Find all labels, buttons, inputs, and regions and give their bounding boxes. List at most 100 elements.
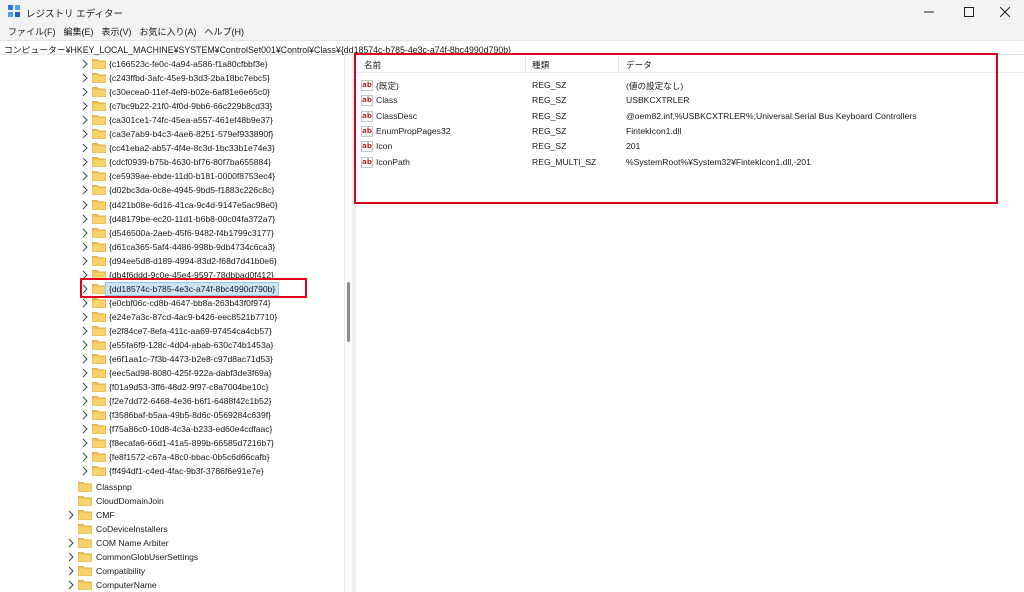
menu-file[interactable]: ファイル(F) [4,24,60,40]
chevron-right-icon[interactable] [81,326,89,336]
tree-item[interactable]: {e2f84ce7-8efa-411c-aa69-97454ca4cb57} [0,324,344,338]
chevron-right-icon[interactable] [81,228,89,238]
tree-scrollbar-thumb[interactable] [347,282,350,342]
tree-item[interactable]: {f75a86c0-10d8-4c3a-b233-ed60e4cdfaac} [0,422,344,436]
tree-item[interactable]: {d02bc3da-0c8e-4945-9bd5-f1883c226c8c} [0,183,344,197]
value-row[interactable]: ab Class REG_SZ USBKCXTRLER [356,93,1024,108]
chevron-right-icon[interactable] [81,424,89,434]
tree-item[interactable]: {c243ffbd-3afc-45e9-b3d3-2ba18bc7ebc5} [0,71,344,85]
tree-item[interactable]: {c166523c-fe0c-4a94-a586-f1a80cfbbf3e} [0,57,344,71]
chevron-right-icon[interactable] [81,101,89,111]
tree-item[interactable]: {e0cbf06c-cd8b-4647-bb8a-263b43f0f974} [0,296,344,310]
chevron-right-icon[interactable] [81,396,89,406]
menu-help[interactable]: ヘルプ(H) [201,24,249,40]
tree-item[interactable]: CMF [0,508,344,522]
tree-item[interactable]: {ca3e7ab9-b4c3-4ae6-8251-579ef933890f} [0,127,344,141]
tree-item[interactable]: {eec5ad98-8080-425f-922a-dabf3de3f69a} [0,366,344,380]
tree-item[interactable]: {e24e7a3c-87cd-4ac9-b426-eec8521b7710} [0,310,344,324]
menu-favorites[interactable]: お気に入り(A) [136,24,201,40]
chevron-right-icon[interactable] [81,340,89,350]
value-row[interactable]: ab EnumPropPages32 REG_SZ FintekIcon1.dll [356,124,1024,139]
address-bar[interactable]: コンピューター¥HKEY_LOCAL_MACHINE¥SYSTEM¥Contro… [0,40,1024,55]
chevron-right-icon[interactable] [67,510,75,520]
tree-item[interactable]: COM Name Arbiter [0,536,344,550]
chevron-right-icon[interactable] [81,466,89,476]
chevron-right-icon[interactable] [81,73,89,83]
minimize-button[interactable] [910,0,948,24]
tree-item[interactable]: {e55fa6f9-128c-4d04-abab-630c74b1453a} [0,338,344,352]
chevron-right-icon[interactable] [81,115,89,125]
maximize-button[interactable] [950,0,988,24]
chevron-right-icon[interactable] [81,452,89,462]
chevron-right-icon[interactable] [81,214,89,224]
column-divider[interactable] [525,56,526,72]
tree-item[interactable]: {d48179be-ec20-11d1-b6b8-00c04fa372a7} [0,212,344,226]
chevron-right-icon[interactable] [81,298,89,308]
address-path[interactable]: コンピューター¥HKEY_LOCAL_MACHINE¥SYSTEM¥Contro… [4,43,511,56]
tree-item[interactable]: {fe8f1572-c67a-48c0-bbac-0b5c6d66cafb} [0,450,344,464]
tree-item[interactable]: {db4f6ddd-9c0e-45e4-9597-78dbbad0f412} [0,268,344,282]
tree-item[interactable]: {cc41eba2-ab57-4f4e-8c3d-1bc33b1e74e3} [0,141,344,155]
chevron-right-icon[interactable] [81,143,89,153]
tree-item[interactable]: {c30ecea0-11ef-4ef9-b02e-6af81e6e65c0} [0,85,344,99]
tree-item[interactable]: CommonGlobUserSettings [0,550,344,564]
chevron-right-icon[interactable] [81,242,89,252]
tree-item[interactable]: {f3586baf-b5aa-49b5-8d6c-0569284c639f} [0,408,344,422]
window-title: レジストリ エディター [26,9,123,20]
tree-item[interactable]: Classpnp [0,480,344,494]
column-header-data[interactable]: データ [626,59,652,71]
chevron-right-icon[interactable] [81,368,89,378]
chevron-right-icon[interactable] [81,200,89,210]
chevron-right-icon[interactable] [67,580,75,590]
close-button[interactable] [986,0,1024,24]
chevron-right-icon[interactable] [81,410,89,420]
tree-item[interactable]: {c7bc9b22-21f0-4f0d-9bb6-66c229b8cd33} [0,99,344,113]
column-divider[interactable] [618,56,619,72]
chevron-right-icon[interactable] [81,185,89,195]
value-row[interactable]: ab IconPath REG_MULTI_SZ %SystemRoot%¥Syste… [356,155,1024,170]
column-header-name[interactable]: 名前 [364,59,381,71]
tree-item[interactable]: {ff494df1-c4ed-4fac-9b3f-3786f6e91e7e} [0,464,344,478]
tree-item[interactable]: {ca301ce1-74fc-45ea-a557-461ef48b9e37} [0,113,344,127]
tree-item[interactable]: {f8ecafa6-66d1-41a5-899b-66585d7216b7} [0,436,344,450]
tree-item[interactable]: {d94ee5d8-d189-4994-83d2-f68d7d41b0e6} [0,254,344,268]
value-row[interactable]: ab (既定) REG_SZ (値の設定なし) [356,78,1024,93]
tree-item[interactable]: {cdcf0939-b75b-4630-bf76-80f7ba655884} [0,155,344,169]
chevron-right-icon[interactable] [81,284,89,294]
tree-item[interactable]: ComputerName [0,578,344,592]
chevron-right-icon[interactable] [81,171,89,181]
menu-view[interactable]: 表示(V) [98,24,136,40]
tree-item-label: Classpnp [96,481,132,492]
tree-item[interactable]: CoDeviceInstallers [0,522,344,536]
chevron-right-icon[interactable] [81,382,89,392]
tree-item-selected[interactable]: {dd18574c-b785-4e3c-a74f-8bc4990d790b} [0,281,344,296]
chevron-right-icon[interactable] [67,538,75,548]
tree-item[interactable]: {ce5939ae-ebde-11d0-b181-0000f8753ec4} [0,169,344,183]
chevron-right-icon[interactable] [81,157,89,167]
tree-item[interactable]: CloudDomainJoin [0,494,344,508]
tree-item[interactable]: {f2e7dd72-6468-4e36-b6f1-6488f42c1b52} [0,394,344,408]
tree-item[interactable]: {e6f1aa1c-7f3b-4473-b2e8-c97d8ac71d53} [0,352,344,366]
chevron-right-icon[interactable] [81,256,89,266]
chevron-right-icon[interactable] [81,438,89,448]
value-row[interactable]: ab Icon REG_SZ 201 [356,139,1024,154]
chevron-right-icon[interactable] [81,270,89,280]
chevron-right-icon[interactable] [67,552,75,562]
values-list-pane[interactable]: 名前 種類 データ ab (既定) REG_SZ (値の設定なし) ab Class REG… [356,56,1024,592]
key-tree-pane[interactable]: {c166523c-fe0c-4a94-a586-f1a80cfbbf3e} {c… [0,56,344,592]
column-header-type[interactable]: 種類 [532,59,549,71]
chevron-right-icon[interactable] [81,59,89,69]
tree-item[interactable]: {d61ca365-5af4-4486-998b-9db4734c6ca3} [0,240,344,254]
chevron-right-icon[interactable] [81,312,89,322]
tree-item[interactable]: {d546500a-2aeb-45f6-9482-f4b1799c3177} [0,226,344,240]
tree-item-label: {f3586baf-b5aa-49b5-8d6c-0569284c639f} [109,410,271,421]
tree-item[interactable]: {d421b08e-6d16-41ca-9c4d-9147e5ac98e0} [0,198,344,212]
chevron-right-icon[interactable] [67,566,75,576]
chevron-right-icon[interactable] [81,129,89,139]
tree-item[interactable]: Compatibility [0,564,344,578]
chevron-right-icon[interactable] [81,354,89,364]
chevron-right-icon[interactable] [81,87,89,97]
menu-edit[interactable]: 編集(E) [60,24,98,40]
tree-item[interactable]: {f01a9d53-3ff6-48d2-9f97-c8a7004be10c} [0,380,344,394]
value-row[interactable]: ab ClassDesc REG_SZ @oem82.inf,%USBKCXTRLER… [356,109,1024,124]
